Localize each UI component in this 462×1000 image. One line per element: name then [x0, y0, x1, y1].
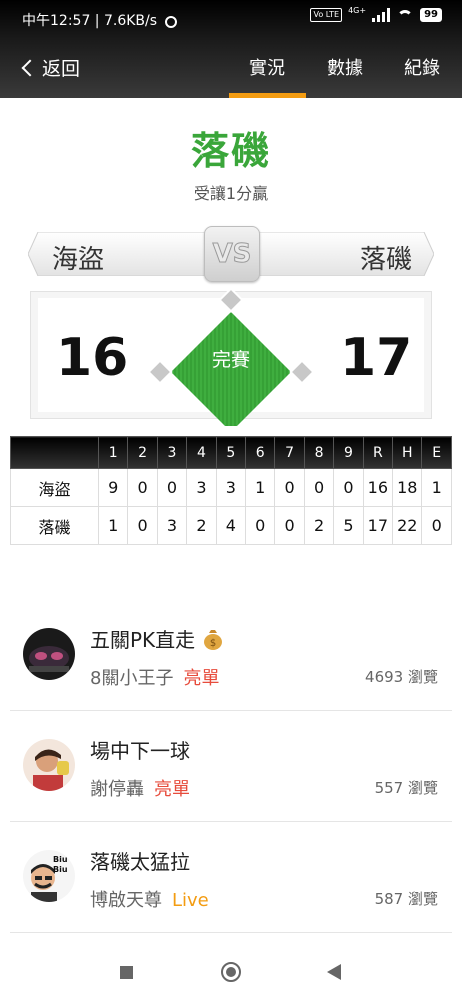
view-count: 587 瀏覽 — [374, 890, 438, 908]
chevron-left-icon — [21, 59, 39, 76]
tab-records[interactable]: 紀錄 — [404, 54, 440, 80]
header-cell: 2 — [127, 436, 158, 469]
header-cell: 8 — [303, 436, 335, 469]
inning-cell: 1 — [97, 506, 129, 545]
inning-cell: 5 — [333, 506, 364, 545]
game-status: 完賽 — [211, 349, 250, 371]
signal-icon — [372, 8, 391, 22]
battery-icon: 99 — [420, 8, 442, 22]
post-tag: 亮單 — [154, 779, 190, 800]
post-title: 五關PK直走 $ — [90, 624, 224, 653]
header-cell — [10, 436, 99, 469]
vs-icon: VS — [204, 226, 260, 282]
post-author: 8關小王子 亮單 — [90, 664, 219, 690]
home-icon[interactable] — [221, 962, 241, 982]
result-text: 受讓1分贏 — [193, 184, 269, 203]
post-title: 場中下一球 — [90, 739, 190, 763]
post-tag: 亮單 — [183, 668, 220, 689]
header-cell: E — [421, 436, 452, 469]
avatar-person-icon — [23, 739, 75, 791]
avatar-car-icon — [23, 628, 75, 680]
money-bag-icon: $ — [203, 630, 222, 650]
linescore-header: 1 2 3 4 5 6 7 8 9 R H E — [10, 436, 452, 469]
network-type: 4G+ — [348, 5, 367, 15]
status-time-speed: 中午12:57 | 7.6KB/s — [22, 13, 158, 29]
list-item[interactable]: 五關PK直走 $ 8關小王子 亮單 4693 瀏覽 — [10, 600, 452, 711]
inning-cell: 0 — [127, 468, 158, 507]
header-cell: 5 — [215, 436, 247, 469]
row-team: 海盜 — [10, 468, 99, 507]
linescore-table: 1 2 3 4 5 6 7 8 9 R H E 海盜 9 0 0 3 3 1 0… — [10, 436, 452, 545]
inning-cell: 0 — [333, 468, 364, 507]
post-author: 博啟天尊 Live — [90, 886, 209, 912]
avatar: Biu Biu — [23, 850, 75, 902]
status-icons: Vo LTE 4G+ 99 — [310, 5, 442, 22]
tab-stats[interactable]: 數據 — [327, 54, 363, 80]
away-team-name: 海盜 — [52, 245, 105, 275]
table-row: 落磯 1 0 3 2 4 0 0 2 5 17 22 0 — [10, 506, 452, 545]
winner-team: 落磯 — [190, 129, 271, 173]
list-item[interactable]: Biu Biu 落磯太猛拉 博啟天尊 Live 587 瀏覽 — [10, 822, 452, 933]
header-cell: 6 — [245, 436, 276, 469]
inning-cell: 0 — [127, 506, 158, 545]
alarm-icon — [165, 16, 178, 28]
svg-text:$: $ — [209, 638, 215, 649]
inning-cell: 9 — [97, 468, 129, 507]
status-bar: 中午12:57 | 7.6KB/s Vo LTE 4G+ 99 — [0, 0, 462, 36]
row-team: 落磯 — [10, 506, 99, 545]
home-team-name: 落磯 — [359, 245, 412, 275]
active-tab-indicator — [229, 93, 306, 98]
header-cell: 4 — [186, 436, 217, 469]
header-cell: 1 — [97, 436, 129, 469]
author-name: 謝停轟 — [90, 779, 144, 800]
inning-cell: 0 — [303, 468, 335, 507]
inning-cell: 3 — [215, 468, 247, 507]
inning-cell: 3 — [156, 506, 188, 545]
header-cell: R — [362, 436, 394, 469]
inning-cell: 1 — [245, 468, 276, 507]
list-item[interactable]: 場中下一球 謝停轟 亮單 557 瀏覽 — [10, 711, 452, 822]
errors-cell: 1 — [421, 468, 452, 507]
inning-cell: 0 — [274, 506, 305, 545]
volte-icon: Vo LTE — [310, 8, 343, 22]
status-time: 中午12:57 | 7.6KB/s — [22, 10, 178, 30]
table-row: 海盜 9 0 0 3 3 1 0 0 0 16 18 1 — [10, 468, 452, 507]
inning-cell: 2 — [186, 506, 217, 545]
avatar — [23, 739, 75, 791]
view-count: 557 瀏覽 — [374, 779, 438, 797]
header-cell: 3 — [156, 436, 188, 469]
inning-cell: 0 — [156, 468, 188, 507]
wifi-icon — [396, 8, 414, 22]
inning-cell: 0 — [274, 468, 305, 507]
avatar-caption: Biu Biu — [53, 855, 68, 874]
author-name: 8關小王子 — [90, 668, 174, 689]
header-cell: 9 — [333, 436, 364, 469]
post-author: 謝停轟 亮單 — [90, 775, 190, 801]
back-button[interactable]: 返回 — [21, 54, 81, 81]
inning-cell: 0 — [245, 506, 276, 545]
tab-live[interactable]: 實況 — [249, 54, 285, 80]
nav-bar: 返回 實況 數據 紀錄 — [0, 40, 462, 98]
post-title-text: 五關PK直走 — [90, 628, 196, 652]
back-label: 返回 — [42, 58, 81, 80]
inning-cell: 4 — [215, 506, 247, 545]
post-title: 落磯太猛拉 — [90, 850, 190, 874]
errors-cell: 0 — [421, 506, 452, 545]
avatar — [23, 628, 75, 680]
post-tag: Live — [172, 890, 209, 911]
author-name: 博啟天尊 — [90, 890, 162, 911]
hits-cell: 18 — [392, 468, 423, 507]
inning-cell: 2 — [303, 506, 335, 545]
runs-cell: 17 — [362, 506, 394, 545]
system-nav-bar — [0, 945, 462, 1000]
header-cell: H — [392, 436, 423, 469]
back-triangle-icon[interactable] — [327, 964, 341, 980]
runs-cell: 16 — [362, 468, 394, 507]
inning-cell: 3 — [186, 468, 217, 507]
hits-cell: 22 — [392, 506, 423, 545]
header-cell: 7 — [274, 436, 305, 469]
recent-apps-icon[interactable] — [120, 966, 133, 979]
view-count: 4693 瀏覽 — [365, 668, 438, 686]
